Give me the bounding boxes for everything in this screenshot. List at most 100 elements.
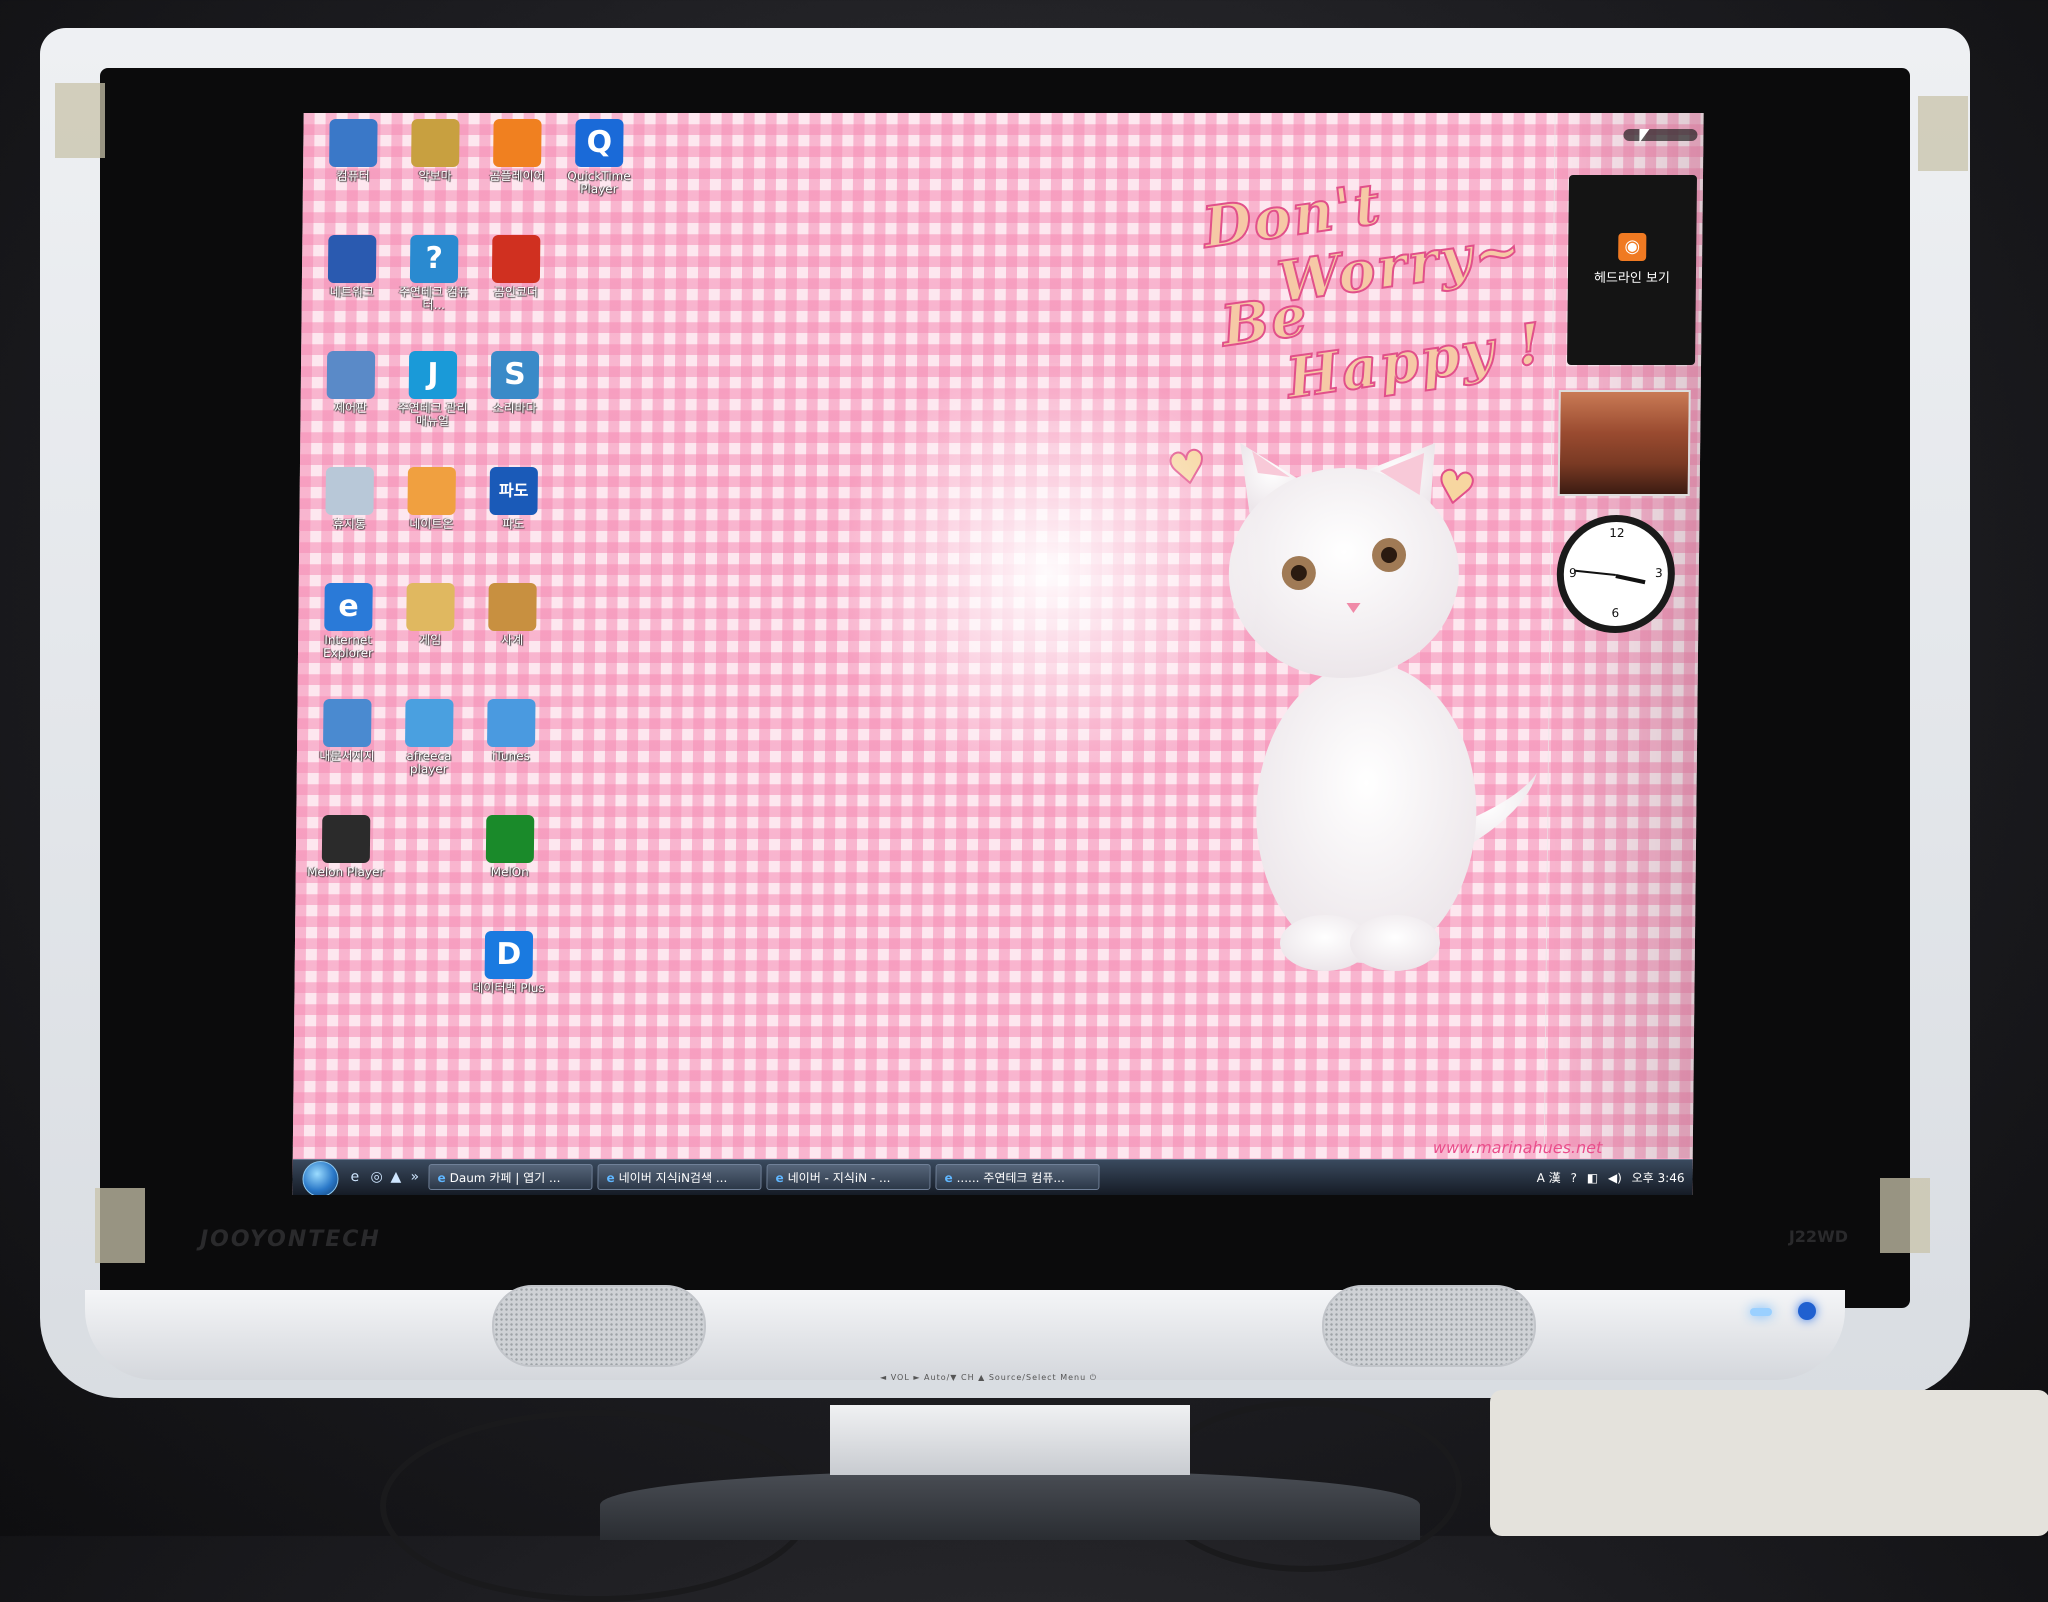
desktop-icon[interactable]: MelOn (468, 815, 553, 879)
desktop-icon[interactable]: 악보마 (393, 119, 478, 183)
desktop-icon-label: 내문서지지 (319, 749, 375, 763)
help-icon: ? (409, 235, 459, 283)
volume-icon[interactable]: ◀) (1608, 1171, 1622, 1185)
clock-num: 3 (1654, 566, 1663, 580)
soribada-icon: S (490, 351, 540, 399)
taskbar-button[interactable]: e 네이버 지식iN검색 ... (597, 1164, 762, 1190)
desktop-icon-label: 악보마 (418, 169, 452, 183)
desktop-icon[interactable]: 내문서지지 (305, 699, 390, 763)
ie-icon: e (944, 1171, 953, 1185)
manual-icon: J (408, 351, 458, 399)
taskbar-button[interactable]: e Daum 카페 | 엽기 ... (428, 1164, 593, 1190)
monitor-base (600, 1470, 1420, 1540)
desktop-icon-label: Melon Player (307, 865, 385, 879)
desktop-icon[interactable]: afreeca player (387, 699, 472, 776)
tape (1918, 96, 1968, 171)
speaker-panel (85, 1290, 1845, 1380)
rss-label: 헤드라인 보기 (1593, 271, 1670, 286)
databack-icon: D (484, 931, 534, 979)
media-quicklaunch-icon[interactable]: ▲ (390, 1169, 401, 1185)
slideshow-gadget[interactable] (1557, 390, 1691, 496)
chevron-icon[interactable]: » (410, 1169, 419, 1185)
desktop-icon[interactable]: 곰플레이어 (475, 119, 560, 183)
desktop-icon[interactable]: Q QuickTime Player (557, 119, 642, 196)
taskbar-button-label: 네이버 - 지식iN - ... (787, 1171, 891, 1185)
sidebar-top-bar[interactable] (1623, 129, 1698, 141)
wallpaper-watermark: www.marinahues.net (1432, 1138, 1603, 1157)
mouse-pointer-icon (1639, 129, 1650, 143)
desktop-icon[interactable]: 게임 (388, 583, 473, 647)
tray-clock[interactable]: 오후 3:46 (1632, 1171, 1685, 1185)
taskbar-button-label: Daum 카페 | 엽기 ... (449, 1171, 561, 1185)
computer-icon (329, 119, 378, 167)
desktop-icon-label: 곰인코더 (493, 285, 538, 299)
desktop-icon[interactable]: 휴지통 (307, 467, 392, 531)
desktop-icon[interactable]: iTunes (469, 699, 554, 763)
recycle-bin-icon (325, 467, 374, 515)
network-tray-icon[interactable]: ◧ (1587, 1171, 1598, 1185)
desktop-icon-label: Internet Explorer (322, 633, 374, 660)
internet-explorer-icon: e (324, 583, 373, 631)
desktop-icon-label: 소리바다 (492, 401, 537, 415)
tape (95, 1188, 145, 1263)
monitor-model: J22WD (1788, 1227, 1848, 1246)
taskbar-button[interactable]: e...... 주연테크 컴퓨... (935, 1164, 1100, 1190)
start-button[interactable] (302, 1161, 339, 1195)
desktop-icon[interactable]: 파도 파도 (471, 467, 556, 531)
desktop-icon-label: 주연테크 관리 매뉴얼 (397, 401, 468, 428)
desktop-icon[interactable]: ? 주연테크 컴퓨터... (392, 235, 477, 312)
clock-num: 9 (1568, 566, 1577, 580)
itunes-icon (487, 699, 536, 747)
ie-icon: e (606, 1171, 615, 1185)
desktop-icon[interactable]: Melon Player (304, 815, 389, 879)
desktop-icon[interactable]: 컴퓨터 (311, 119, 396, 183)
desktop-icon-label: iTunes (492, 749, 530, 763)
screen-glare (816, 363, 1282, 783)
desktop-icon[interactable]: e Internet Explorer (306, 583, 391, 660)
desktop-icon[interactable]: 네트워크 (310, 235, 395, 299)
tape (55, 83, 105, 158)
desktop-icon-label: 게임 (419, 633, 442, 647)
desktop-icon-label: 컴퓨터 (336, 169, 370, 183)
power-button[interactable] (1798, 1302, 1816, 1320)
tape (1880, 1178, 1930, 1253)
melon-player-icon (321, 815, 371, 863)
desktop-icon[interactable]: 네이트온 (389, 467, 474, 531)
power-strip (1490, 1390, 2048, 1536)
ie-quicklaunch-icon[interactable]: e (350, 1169, 359, 1185)
desktop-icon-label: 휴지통 (332, 517, 366, 531)
help-icon[interactable]: ? (1570, 1171, 1577, 1185)
rss-gadget[interactable]: ◉ 헤드라인 보기 (1567, 175, 1698, 365)
desktop-icon[interactable]: 곰인코더 (474, 235, 559, 299)
taskbar-button-label: 네이버 지식iN검색 ... (618, 1171, 728, 1185)
desktop-icon[interactable]: J 주연테크 관리 매뉴얼 (390, 351, 475, 428)
ime-indicator[interactable]: A 漢 (1537, 1171, 1561, 1185)
nateon-icon (407, 467, 456, 515)
control-panel-icon (326, 351, 376, 399)
desktop-icon-label: 파도 (502, 517, 525, 531)
books-icon (411, 119, 460, 167)
quicktime-icon: Q (575, 119, 624, 167)
desktop-icon-label: 제어판 (333, 401, 368, 415)
monitor-stand (830, 1405, 1190, 1475)
taskbar-button-label: ...... 주연테크 컴퓨... (956, 1171, 1065, 1185)
encoder-icon (491, 235, 541, 283)
taskbar-button[interactable]: e 네이버 - 지식iN - ... (766, 1164, 931, 1190)
folder-icon (488, 583, 537, 631)
desktop-icon-label: 네트워크 (329, 285, 374, 299)
desktop-quicklaunch-icon[interactable]: ◎ (370, 1169, 382, 1185)
melon-icon (485, 815, 535, 863)
heart-left: ♥ (1163, 439, 1212, 498)
desktop-icon-label: QuickTime Player (567, 169, 631, 196)
desktop-icon[interactable]: D 데이터백 Plus (466, 931, 551, 995)
desktop-icon[interactable]: S 소리바다 (473, 351, 558, 415)
ie-icon: e (775, 1171, 784, 1185)
monitor-controls[interactable]: ◄ VOL ► Auto/▼ CH ▲ Source/Select Menu ⏻ (880, 1373, 1097, 1383)
network-icon (327, 235, 377, 283)
desktop-icon[interactable]: 제어판 (309, 351, 394, 415)
rss-icon: ◉ (1618, 233, 1647, 261)
right-speaker (1322, 1285, 1536, 1367)
taskbar: e ◎ ▲ » e Daum 카페 | 엽기 ... e 네이버 지식iN검색 ..… (292, 1159, 1693, 1195)
desktop-icon[interactable]: 사계 (470, 583, 555, 647)
desktop-icon-label: 네이트온 (409, 517, 454, 531)
